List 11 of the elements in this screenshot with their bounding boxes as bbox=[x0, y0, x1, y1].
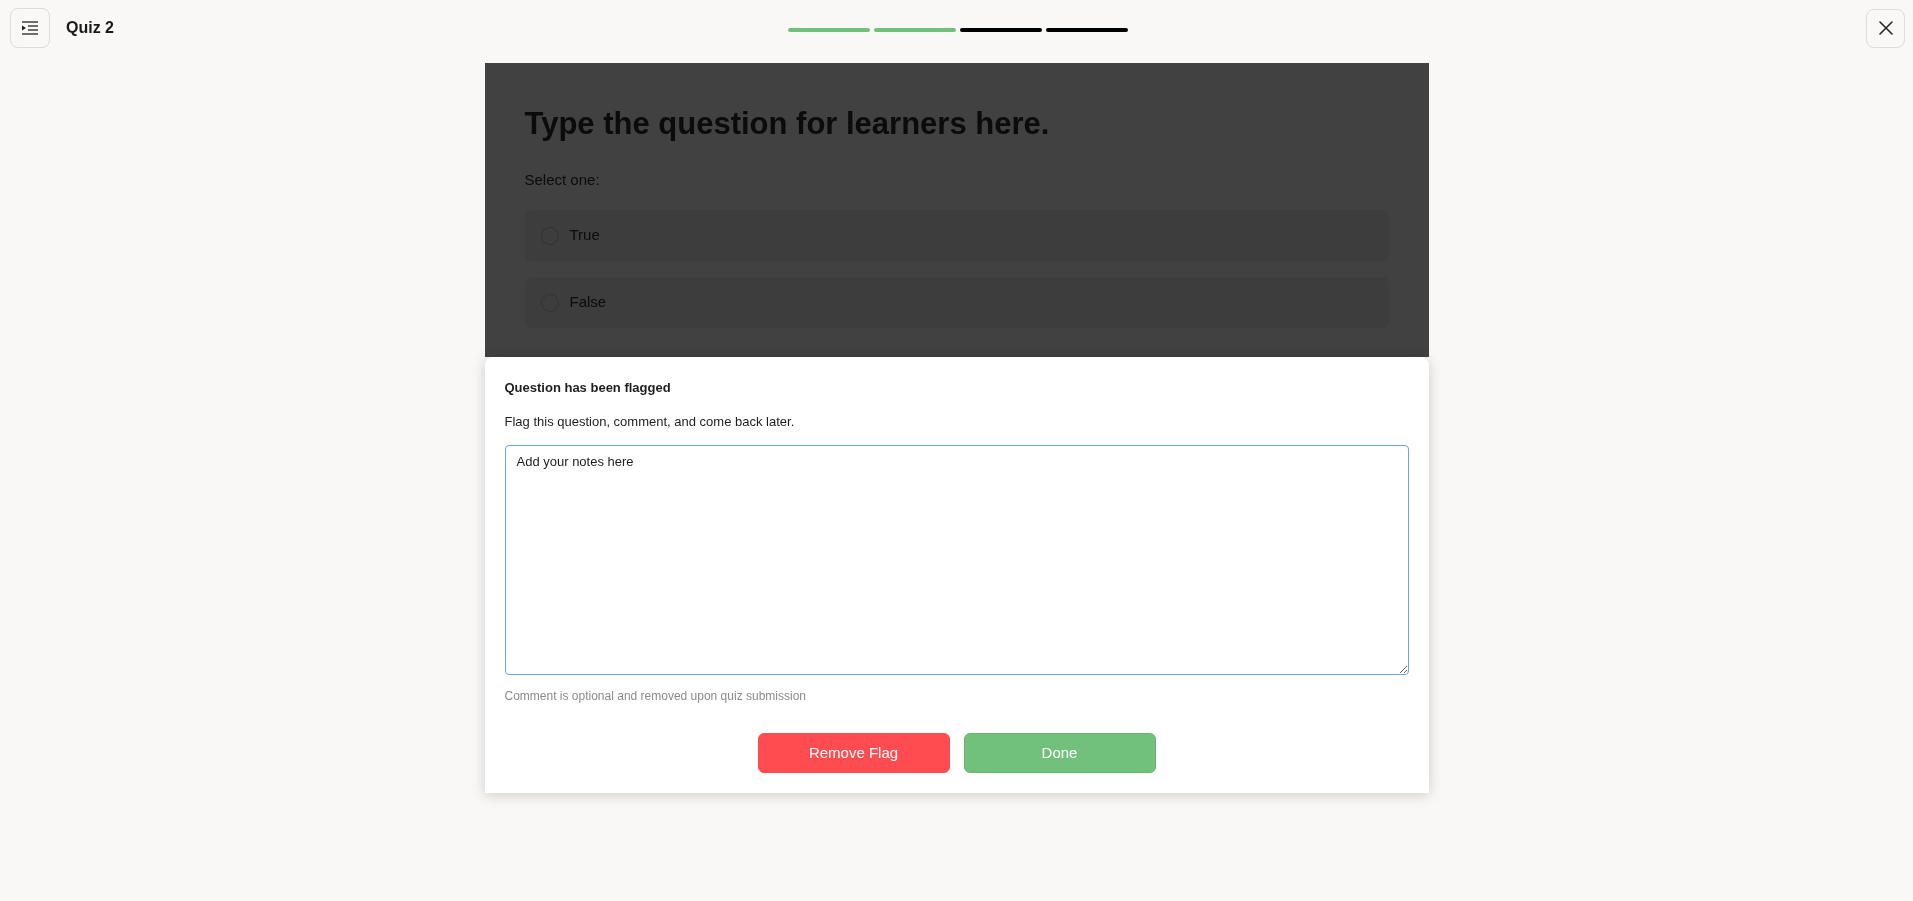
dialog-description: Flag this question, comment, and come back later. bbox=[504, 413, 796, 431]
notes-field[interactable]: Add your notes here bbox=[504, 445, 1409, 675]
dialog-title: Question has been flagged bbox=[504, 379, 672, 397]
close-icon bbox=[1878, 21, 1893, 35]
remove-flag-button[interactable]: Remove Flag bbox=[757, 733, 950, 773]
indent-menu-icon bbox=[22, 21, 38, 35]
hint-text: Comment is optional and removed upon quiz submission bbox=[504, 688, 807, 704]
close-button[interactable] bbox=[1866, 8, 1905, 48]
done-button[interactable]: Done bbox=[963, 733, 1156, 773]
menu-button[interactable] bbox=[10, 8, 50, 48]
quiz-title: Quiz 2 bbox=[66, 18, 114, 38]
